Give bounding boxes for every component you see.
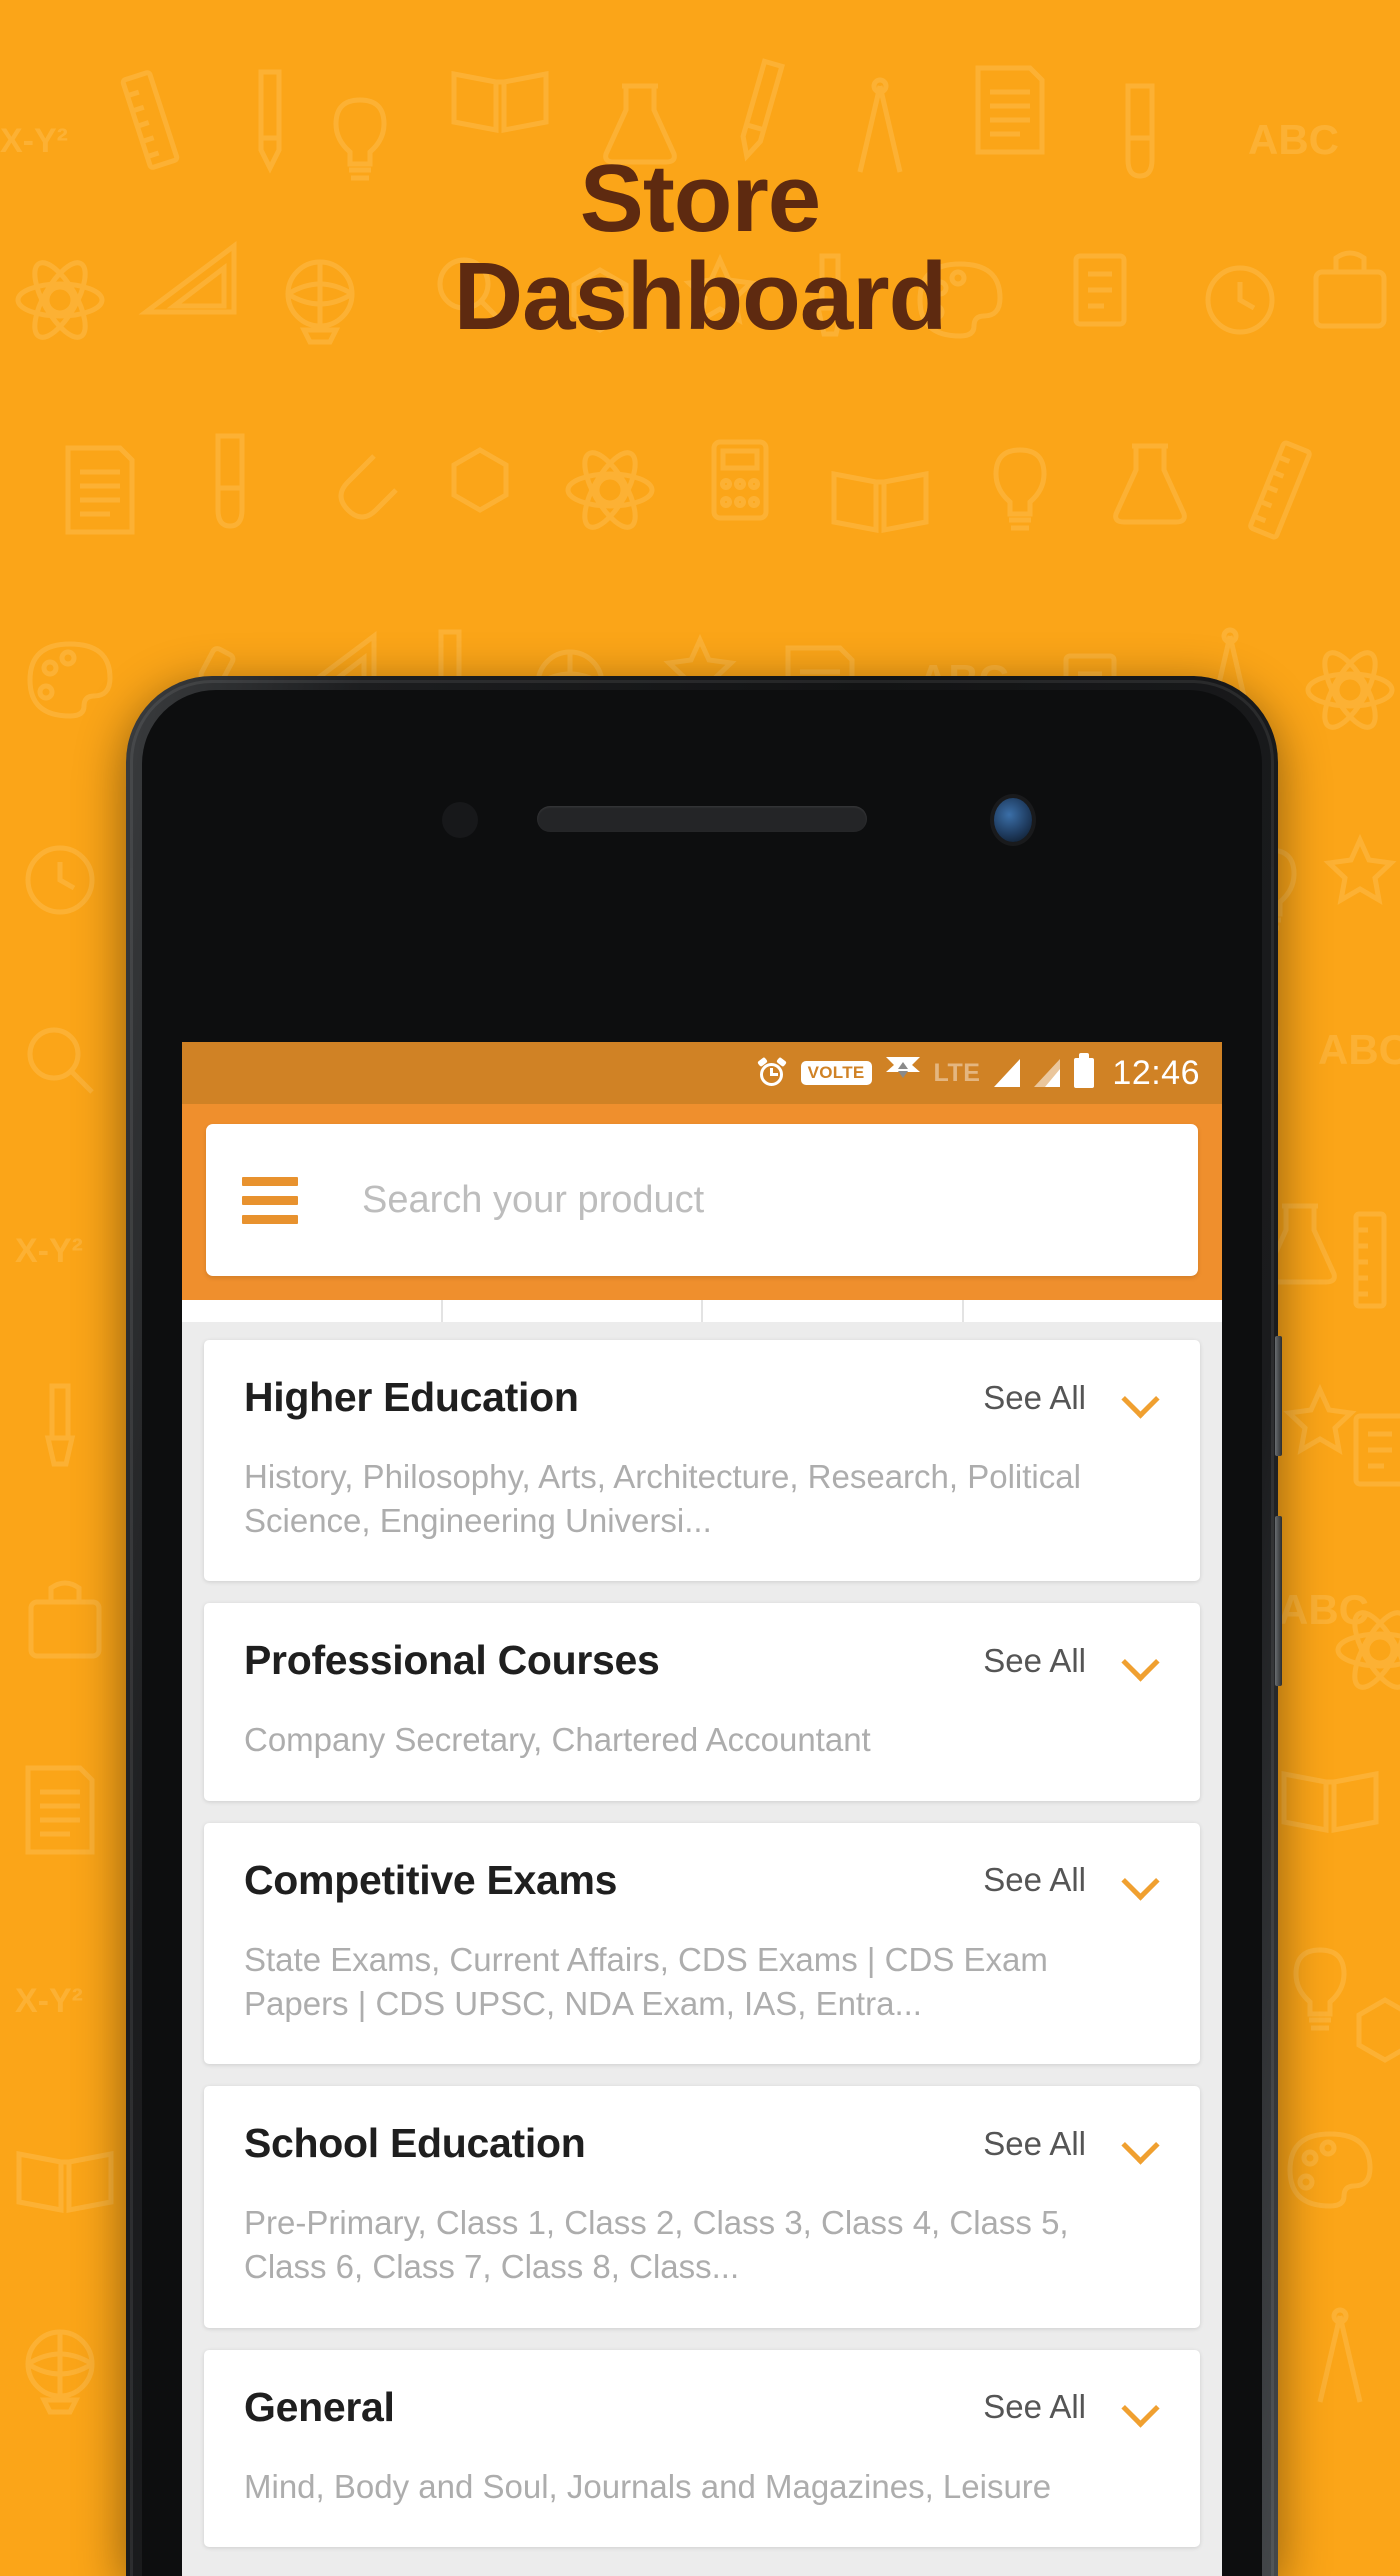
signal-bars-partial-icon — [1034, 1059, 1061, 1087]
data-transfer-icon — [885, 1057, 920, 1089]
card-title: Competitive Exams — [244, 1856, 618, 1903]
card-header: Higher Education See All — [244, 1374, 1160, 1421]
status-bar: VOLTE LTE 12:46 — [182, 1042, 1222, 1104]
category-card-list: Higher Education See All History, Philos… — [182, 1322, 1222, 2547]
phone-bezel: VOLTE LTE 12:46 Search your product High… — [142, 690, 1262, 2576]
signal-bars-full-icon — [994, 1059, 1021, 1087]
card-actions: See All — [983, 2387, 1160, 2427]
hamburger-menu-icon[interactable] — [242, 1176, 298, 1224]
card-subtitle: State Exams, Current Affairs, CDS Exams … — [244, 1940, 1048, 2022]
see-all-link[interactable]: See All — [983, 1861, 1086, 1899]
see-all-link[interactable]: See All — [983, 2125, 1086, 2163]
card-title: General — [244, 2383, 395, 2430]
chevron-down-icon[interactable] — [1120, 1378, 1160, 1418]
app-toolbar: Search your product — [182, 1104, 1222, 1300]
category-card[interactable]: General See All Mind, Body and Soul, Jou… — [204, 2349, 1200, 2547]
tab-item[interactable] — [182, 1300, 443, 1322]
category-tab-strip[interactable] — [182, 1300, 1222, 1322]
tab-item[interactable] — [703, 1300, 964, 1322]
chevron-down-icon[interactable] — [1120, 1860, 1160, 1900]
volume-button[interactable] — [1275, 1336, 1282, 1456]
card-actions: See All — [983, 2124, 1160, 2164]
tab-item[interactable] — [964, 1300, 1223, 1322]
see-all-link[interactable]: See All — [983, 1642, 1086, 1680]
front-camera-icon — [994, 798, 1032, 842]
category-card[interactable]: School Education See All Pre-Primary, Cl… — [204, 2086, 1200, 2328]
card-header: Professional Courses See All — [244, 1637, 1160, 1684]
status-bar-clock: 12:46 — [1112, 1053, 1200, 1092]
card-header: Competitive Exams See All — [244, 1857, 1160, 1904]
page-title-line-2: Dashboard — [453, 242, 947, 350]
card-header: General See All — [244, 2384, 1160, 2431]
card-actions: See All — [983, 1860, 1160, 1900]
phone-mockup: VOLTE LTE 12:46 Search your product High… — [126, 676, 1282, 2576]
proximity-sensor-icon — [442, 802, 478, 838]
see-all-link[interactable]: See All — [983, 1379, 1086, 1417]
card-subtitle: Pre-Primary, Class 1, Class 2, Class 3, … — [244, 2204, 1069, 2286]
card-header: School Education See All — [244, 2120, 1160, 2167]
chevron-down-icon[interactable] — [1120, 1641, 1160, 1681]
phone-screen: VOLTE LTE 12:46 Search your product High… — [182, 1042, 1222, 2576]
page-title-line-1: Store — [579, 145, 821, 252]
alarm-clock-icon — [756, 1056, 787, 1088]
card-actions: See All — [983, 1641, 1160, 1681]
chevron-down-icon[interactable] — [1120, 2124, 1160, 2164]
page-title: Store Dashboard — [0, 150, 1400, 346]
card-subtitle: Company Secretary, Chartered Accountant — [244, 1721, 871, 1759]
card-title: School Education — [244, 2120, 586, 2167]
search-input[interactable]: Search your product — [362, 1179, 704, 1222]
card-subtitle: Mind, Body and Soul, Journals and Magazi… — [244, 2467, 1052, 2505]
power-button[interactable] — [1275, 1516, 1282, 1686]
tab-item[interactable] — [443, 1300, 703, 1322]
card-actions: See All — [983, 1378, 1160, 1418]
chevron-down-icon[interactable] — [1120, 2387, 1160, 2427]
network-type-label: LTE — [933, 1058, 981, 1087]
volte-badge: VOLTE — [800, 1060, 872, 1086]
battery-full-icon — [1074, 1053, 1095, 1088]
category-card[interactable]: Competitive Exams See All State Exams, C… — [204, 1822, 1200, 2065]
earpiece-speaker-icon — [537, 806, 867, 832]
card-title: Higher Education — [244, 1374, 579, 1420]
category-card[interactable]: Professional Courses See All Company Sec… — [204, 1603, 1200, 1801]
card-title: Professional Courses — [244, 1637, 660, 1684]
search-bar[interactable]: Search your product — [206, 1124, 1198, 1276]
card-subtitle: History, Philosophy, Arts, Architecture,… — [244, 1458, 1081, 1540]
category-card[interactable]: Higher Education See All History, Philos… — [204, 1340, 1200, 1582]
see-all-link[interactable]: See All — [983, 2388, 1086, 2426]
